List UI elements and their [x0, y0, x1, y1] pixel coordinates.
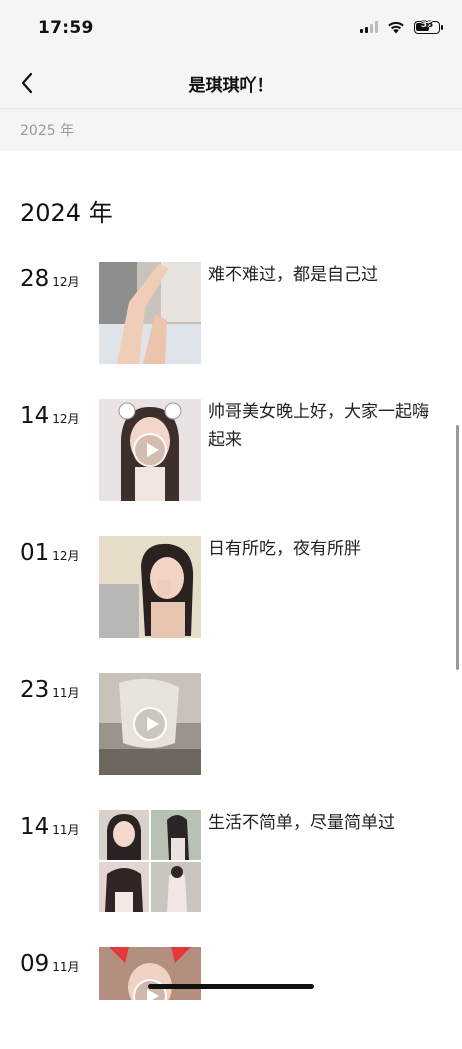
grid-photo[interactable] — [151, 810, 201, 860]
post-day: 14 — [20, 814, 50, 840]
status-time: 17:59 — [38, 18, 94, 38]
year-filter-label[interactable]: 2025 年 — [20, 120, 74, 140]
post-caption: 日有所吃，夜有所胖 — [208, 539, 361, 559]
post-day: 14 — [20, 403, 50, 429]
post-thumbnail[interactable] — [99, 399, 201, 501]
post-thumbnail-grid[interactable] — [99, 810, 201, 912]
navigation-bar: 是琪琪吖！ — [0, 58, 462, 109]
moment-post[interactable]: 09 11月 — [0, 947, 440, 1049]
moment-post[interactable]: 14 12月 帅哥美女晚上好，大家一起嗨起来 — [0, 399, 440, 501]
post-month: 12月 — [52, 549, 80, 563]
post-date: 14 12月 — [20, 403, 80, 429]
post-date: 14 11月 — [20, 814, 80, 840]
grid-photo[interactable] — [99, 810, 149, 860]
post-date: 09 11月 — [20, 951, 80, 977]
post-day: 23 — [20, 677, 50, 703]
grid-photo[interactable] — [151, 862, 201, 912]
post-month: 12月 — [52, 275, 80, 289]
photo-thumbnail-image — [99, 536, 201, 638]
moment-post[interactable]: 01 12月 日有所吃，夜有所胖 — [0, 536, 440, 638]
moment-post[interactable]: 14 11月 生活不简单，尽量简单过 — [0, 810, 440, 912]
status-icons: 53 — [360, 19, 443, 34]
status-bar: 17:59 53 — [0, 0, 462, 58]
post-month: 12月 — [52, 412, 80, 426]
photo-thumbnail-image — [99, 262, 201, 364]
post-caption: 生活不简单，尽量简单过 — [208, 813, 395, 833]
battery-icon: 53 — [414, 19, 443, 34]
cellular-signal-icon — [360, 21, 378, 33]
battery-level: 53 — [420, 19, 434, 30]
moment-post[interactable]: 23 11月 — [0, 673, 440, 775]
post-thumbnail[interactable] — [99, 536, 201, 638]
year-filter[interactable]: 2025 年 — [0, 109, 462, 151]
wifi-icon — [388, 21, 404, 34]
post-month: 11月 — [52, 686, 80, 700]
moment-post[interactable]: 28 12月 难不难过，都是自己过 — [0, 262, 440, 364]
post-day: 01 — [20, 540, 50, 566]
post-month: 11月 — [52, 823, 80, 837]
post-thumbnail[interactable] — [99, 947, 201, 1000]
scrollbar[interactable] — [456, 425, 459, 670]
post-caption: 帅哥美女晚上好，大家一起嗨起来 — [208, 402, 429, 450]
page-title: 是琪琪吖！ — [188, 76, 274, 96]
play-icon[interactable] — [133, 433, 167, 467]
play-icon[interactable] — [133, 707, 167, 741]
post-day: 28 — [20, 266, 50, 292]
grid-photo[interactable] — [99, 862, 149, 912]
post-caption: 难不难过，都是自己过 — [208, 265, 378, 285]
post-date: 23 11月 — [20, 677, 80, 703]
post-date: 01 12月 — [20, 540, 80, 566]
post-day: 09 — [20, 951, 50, 977]
section-year-heading: 2024 年 — [20, 199, 113, 227]
post-thumbnail[interactable] — [99, 673, 201, 775]
post-thumbnail[interactable] — [99, 262, 201, 364]
home-indicator[interactable] — [148, 984, 314, 989]
post-date: 28 12月 — [20, 266, 80, 292]
post-month: 11月 — [52, 960, 80, 974]
